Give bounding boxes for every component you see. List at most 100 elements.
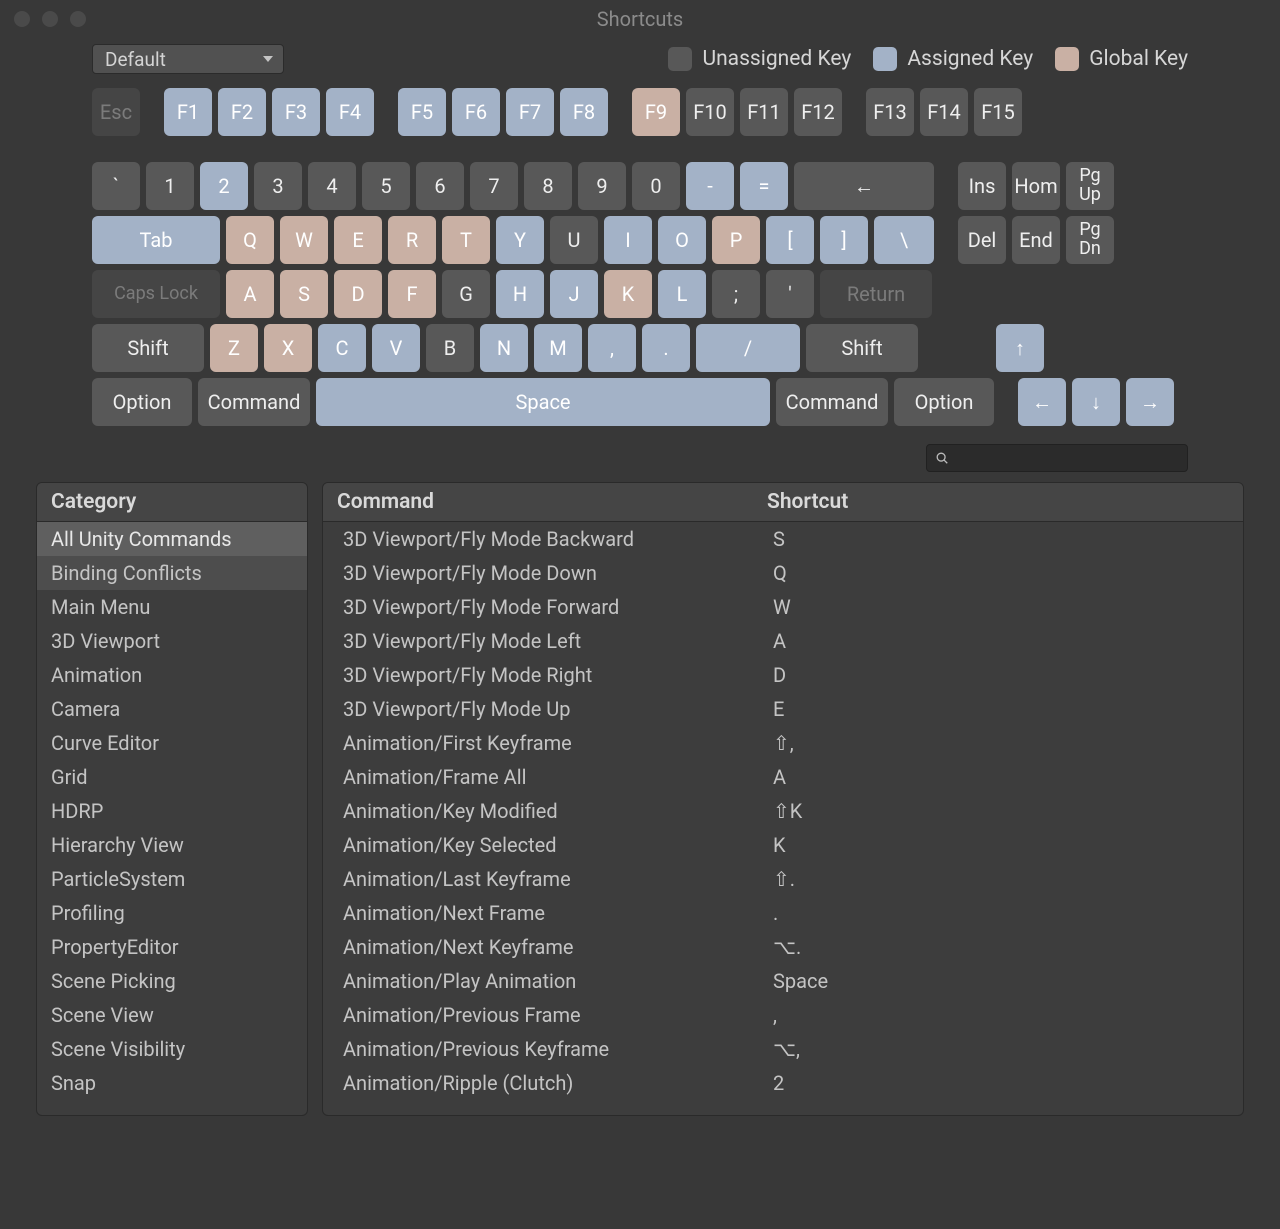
key-k[interactable]: K bbox=[604, 270, 652, 318]
key-f1[interactable]: F1 bbox=[164, 88, 212, 136]
key-5[interactable]: 5 bbox=[362, 162, 410, 210]
key-p[interactable]: P bbox=[712, 216, 760, 264]
key-f10[interactable]: F10 bbox=[686, 88, 734, 136]
key-f2[interactable]: F2 bbox=[218, 88, 266, 136]
key--[interactable]: ← bbox=[1018, 378, 1066, 426]
key-f7[interactable]: F7 bbox=[506, 88, 554, 136]
command-row[interactable]: Animation/Previous Keyframe⌥, bbox=[323, 1032, 1243, 1066]
key-f4[interactable]: F4 bbox=[326, 88, 374, 136]
category-item[interactable]: PropertyEditor bbox=[37, 930, 307, 964]
command-row[interactable]: Animation/Last Keyframe⇧. bbox=[323, 862, 1243, 896]
zoom-dot[interactable] bbox=[70, 11, 86, 27]
key--[interactable]: = bbox=[740, 162, 788, 210]
command-row[interactable]: Animation/Next Frame. bbox=[323, 896, 1243, 930]
key-end[interactable]: End bbox=[1012, 216, 1060, 264]
key-6[interactable]: 6 bbox=[416, 162, 464, 210]
key-del[interactable]: Del bbox=[958, 216, 1006, 264]
key--[interactable]: ↓ bbox=[1072, 378, 1120, 426]
command-row[interactable]: Animation/Previous Frame, bbox=[323, 998, 1243, 1032]
key-f9[interactable]: F9 bbox=[632, 88, 680, 136]
command-row[interactable]: 3D Viewport/Fly Mode DownQ bbox=[323, 556, 1243, 590]
key-q[interactable]: Q bbox=[226, 216, 274, 264]
command-row[interactable]: Animation/Ripple (Clutch)2 bbox=[323, 1066, 1243, 1100]
key-f5[interactable]: F5 bbox=[398, 88, 446, 136]
key-shift[interactable]: Shift bbox=[92, 324, 204, 372]
profile-dropdown[interactable]: Default bbox=[92, 44, 284, 74]
command-row[interactable]: Animation/Key Modified⇧K bbox=[323, 794, 1243, 828]
key-s[interactable]: S bbox=[280, 270, 328, 318]
key--[interactable]: ] bbox=[820, 216, 868, 264]
command-row[interactable]: 3D Viewport/Fly Mode RightD bbox=[323, 658, 1243, 692]
key-7[interactable]: 7 bbox=[470, 162, 518, 210]
category-item[interactable]: Animation bbox=[37, 658, 307, 692]
key-o[interactable]: O bbox=[658, 216, 706, 264]
search-input[interactable] bbox=[926, 444, 1188, 472]
key--[interactable]: [ bbox=[766, 216, 814, 264]
key-f12[interactable]: F12 bbox=[794, 88, 842, 136]
key-h[interactable]: H bbox=[496, 270, 544, 318]
key-pg-up[interactable]: PgUp bbox=[1066, 162, 1114, 210]
key-f3[interactable]: F3 bbox=[272, 88, 320, 136]
key--[interactable]: - bbox=[686, 162, 734, 210]
key-option[interactable]: Option bbox=[92, 378, 192, 426]
key-f15[interactable]: F15 bbox=[974, 88, 1022, 136]
key-tab[interactable]: Tab bbox=[92, 216, 220, 264]
key--[interactable]: ` bbox=[92, 162, 140, 210]
category-item[interactable]: Scene Visibility bbox=[37, 1032, 307, 1066]
key--[interactable]: ↑ bbox=[996, 324, 1044, 372]
command-row[interactable]: Animation/First Keyframe⇧, bbox=[323, 726, 1243, 760]
category-item[interactable]: Binding Conflicts bbox=[37, 556, 307, 590]
window-controls[interactable] bbox=[14, 11, 86, 27]
key--[interactable]: → bbox=[1126, 378, 1174, 426]
key-shift[interactable]: Shift bbox=[806, 324, 918, 372]
category-list[interactable]: All Unity CommandsBinding ConflictsMain … bbox=[37, 522, 307, 1115]
category-item[interactable]: Curve Editor bbox=[37, 726, 307, 760]
key-hom[interactable]: Hom bbox=[1012, 162, 1060, 210]
category-item[interactable]: Camera bbox=[37, 692, 307, 726]
key-f11[interactable]: F11 bbox=[740, 88, 788, 136]
key-8[interactable]: 8 bbox=[524, 162, 572, 210]
key-2[interactable]: 2 bbox=[200, 162, 248, 210]
key-r[interactable]: R bbox=[388, 216, 436, 264]
category-item[interactable]: Snap bbox=[37, 1066, 307, 1100]
key-b[interactable]: B bbox=[426, 324, 474, 372]
key--[interactable]: ; bbox=[712, 270, 760, 318]
key-command[interactable]: Command bbox=[776, 378, 888, 426]
key--[interactable]: ' bbox=[766, 270, 814, 318]
key-c[interactable]: C bbox=[318, 324, 366, 372]
key-f14[interactable]: F14 bbox=[920, 88, 968, 136]
key--[interactable]: . bbox=[642, 324, 690, 372]
key-e[interactable]: E bbox=[334, 216, 382, 264]
command-list[interactable]: 3D Viewport/Fly Mode BackwardS3D Viewpor… bbox=[323, 522, 1243, 1115]
command-row[interactable]: Animation/Next Keyframe⌥. bbox=[323, 930, 1243, 964]
key-command[interactable]: Command bbox=[198, 378, 310, 426]
category-item[interactable]: HDRP bbox=[37, 794, 307, 828]
category-item[interactable]: Main Menu bbox=[37, 590, 307, 624]
key-f6[interactable]: F6 bbox=[452, 88, 500, 136]
minimize-dot[interactable] bbox=[42, 11, 58, 27]
key-option[interactable]: Option bbox=[894, 378, 994, 426]
key-m[interactable]: M bbox=[534, 324, 582, 372]
command-row[interactable]: Animation/Play AnimationSpace bbox=[323, 964, 1243, 998]
category-item[interactable]: Profiling bbox=[37, 896, 307, 930]
key-x[interactable]: X bbox=[264, 324, 312, 372]
key--[interactable]: ← bbox=[794, 162, 934, 210]
key-d[interactable]: D bbox=[334, 270, 382, 318]
key-y[interactable]: Y bbox=[496, 216, 544, 264]
key-ins[interactable]: Ins bbox=[958, 162, 1006, 210]
key-4[interactable]: 4 bbox=[308, 162, 356, 210]
key-f8[interactable]: F8 bbox=[560, 88, 608, 136]
category-item[interactable]: Grid bbox=[37, 760, 307, 794]
key-j[interactable]: J bbox=[550, 270, 598, 318]
category-item[interactable]: Hierarchy View bbox=[37, 828, 307, 862]
key-i[interactable]: I bbox=[604, 216, 652, 264]
command-row[interactable]: Animation/Key SelectedK bbox=[323, 828, 1243, 862]
category-item[interactable]: Scene Picking bbox=[37, 964, 307, 998]
key--[interactable]: \ bbox=[874, 216, 934, 264]
category-item[interactable]: 3D Viewport bbox=[37, 624, 307, 658]
close-dot[interactable] bbox=[14, 11, 30, 27]
category-item[interactable]: All Unity Commands bbox=[37, 522, 307, 556]
key--[interactable]: / bbox=[696, 324, 800, 372]
key-g[interactable]: G bbox=[442, 270, 490, 318]
key-a[interactable]: A bbox=[226, 270, 274, 318]
